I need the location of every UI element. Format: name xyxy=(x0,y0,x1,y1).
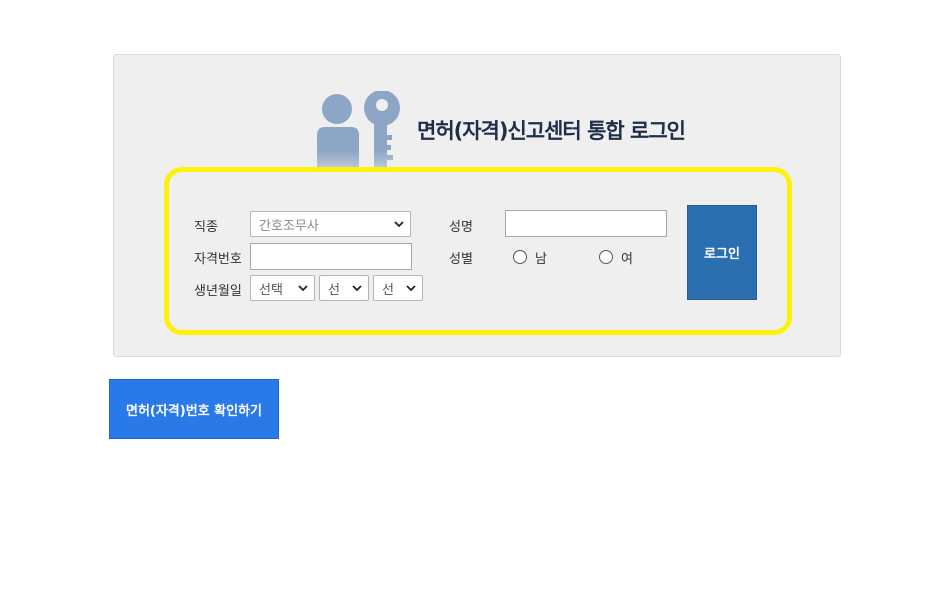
chevron-down-icon xyxy=(394,221,404,228)
page-title: 면허(자격)신고센터 통합 로그인 xyxy=(417,119,686,143)
birth-month-value: 선 xyxy=(328,282,340,298)
license-check-button[interactable]: 면허(자격)번호 확인하기 xyxy=(109,379,279,439)
gender-male-radio[interactable] xyxy=(513,250,527,264)
birth-day-select[interactable]: 선 xyxy=(373,275,423,301)
chevron-down-icon xyxy=(298,285,308,292)
job-select-value: 간호조무사 xyxy=(259,218,319,234)
login-panel: 면허(자격)신고센터 통합 로그인 직종 간호조무사 성명 자격번호 성별 남 … xyxy=(113,54,841,357)
gender-female-radio[interactable] xyxy=(599,250,613,264)
login-button[interactable]: 로그인 xyxy=(687,205,757,300)
chevron-down-icon xyxy=(406,285,416,292)
birth-month-select[interactable]: 선 xyxy=(319,275,369,301)
birth-day-value: 선 xyxy=(382,282,394,298)
birth-year-value: 선택 xyxy=(259,282,283,298)
name-label: 성명 xyxy=(449,220,473,235)
chevron-down-icon xyxy=(352,285,362,292)
job-label: 직종 xyxy=(194,220,218,235)
birth-year-select[interactable]: 선택 xyxy=(250,275,315,301)
birth-label: 생년월일 xyxy=(194,284,242,299)
name-input[interactable] xyxy=(505,210,667,237)
license-number-input[interactable] xyxy=(250,243,412,270)
gender-label: 성별 xyxy=(449,252,473,267)
job-select[interactable]: 간호조무사 xyxy=(250,211,411,237)
gender-male-label: 남 xyxy=(535,252,547,267)
gender-female-label: 여 xyxy=(621,252,633,267)
license-number-label: 자격번호 xyxy=(194,252,242,267)
